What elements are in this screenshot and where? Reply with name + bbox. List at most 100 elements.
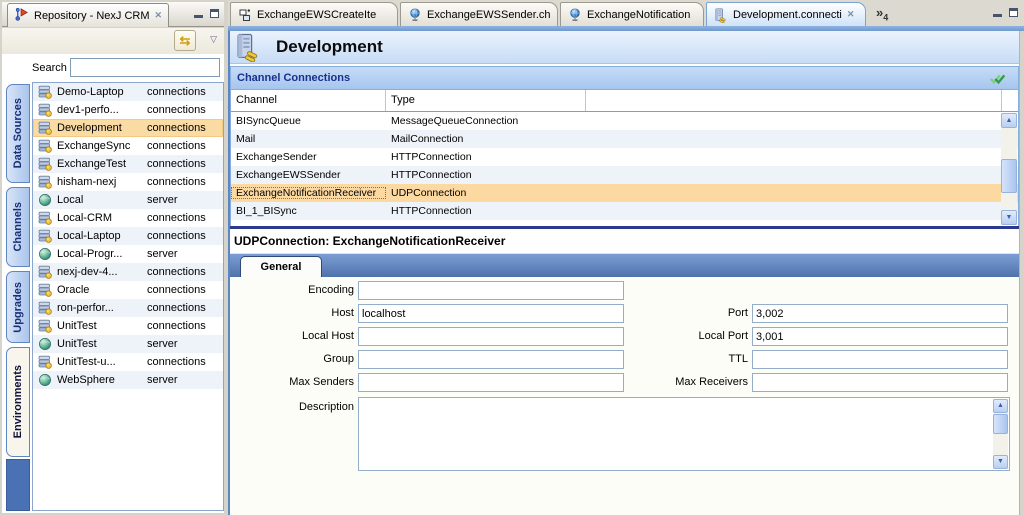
tree-item-exchangetest[interactable]: ExchangeTestconnections: [33, 155, 223, 173]
encoding-field[interactable]: [358, 281, 624, 300]
sidebar-tab-channels[interactable]: Channels: [6, 187, 30, 267]
scroll-down-icon[interactable]: ▼: [993, 455, 1008, 469]
tree-item-oracle[interactable]: Oracleconnections: [33, 281, 223, 299]
view-minimize-button[interactable]: [194, 9, 203, 18]
connections-icon: [38, 283, 52, 297]
tree-item-demo-laptop[interactable]: Demo-Laptopconnections: [33, 83, 223, 101]
tree-item-name: WebSphere: [57, 374, 146, 386]
create-item-icon: [238, 8, 252, 22]
tree-item-type: connections: [147, 302, 206, 314]
ttl-field[interactable]: [752, 350, 1008, 369]
tab-general[interactable]: General: [240, 256, 322, 278]
tree-item-type: server: [147, 248, 178, 260]
search-input[interactable]: [70, 58, 220, 77]
nexj-studio-window: Repository - NexJ CRM ✕ ⇆ ▽ Search Demo-…: [0, 0, 1024, 515]
tree-item-name: UnitTest: [57, 320, 146, 332]
field-label: Port: [634, 307, 748, 319]
tab-overflow-chevron[interactable]: »4: [876, 5, 888, 23]
cell-type: MailConnection: [386, 133, 1018, 145]
tree-item-local-crm[interactable]: Local-CRMconnections: [33, 209, 223, 227]
tree-item-dev1-perfo-[interactable]: dev1-perfo...connections: [33, 101, 223, 119]
channel-connections-title: Channel Connections: [237, 72, 350, 84]
connections-icon: [38, 211, 52, 225]
field-label: TTL: [634, 353, 748, 365]
udp-connection-form: Description ▲ ▼ EncodingHostLocal HostGr…: [230, 277, 1019, 515]
tree-item-type: connections: [147, 320, 206, 332]
table-row-exchangeewssender[interactable]: ExchangeEWSSenderHTTPConnection: [231, 166, 1018, 184]
editor-tab-label: ExchangeEWSSender.ch: [427, 9, 551, 21]
tree-item-unittest[interactable]: UnitTestserver: [33, 335, 223, 353]
environment-plug-icon: [235, 33, 262, 65]
local-port-field[interactable]: [752, 327, 1008, 346]
editor-minimize-button[interactable]: [993, 8, 1002, 17]
field-label: Local Port: [634, 330, 748, 342]
tree-item-unittest-u-[interactable]: UnitTest-u...connections: [33, 353, 223, 371]
table-row-exchangesender[interactable]: ExchangeSenderHTTPConnection: [231, 148, 1018, 166]
editor-tab-label: ExchangeNotification: [587, 9, 690, 21]
tree-item-websphere[interactable]: WebSphereserver: [33, 371, 223, 389]
tree-item-local-progr-[interactable]: Local-Progr...server: [33, 245, 223, 263]
environment-icon: [714, 8, 728, 22]
tree-item-unittest[interactable]: UnitTestconnections: [33, 317, 223, 335]
tree-item-local[interactable]: Localserver: [33, 191, 223, 209]
cell-channel: Mail: [231, 133, 386, 145]
description-label: Description: [230, 401, 354, 413]
server-icon: [38, 373, 52, 387]
link-with-editor-button[interactable]: ⇆: [174, 30, 196, 51]
table-row-bisyncqueue[interactable]: BISyncQueueMessageQueueConnection: [231, 112, 1018, 130]
table-header-row: Channel Type: [231, 90, 1018, 112]
tree-item-local-laptop[interactable]: Local-Laptopconnections: [33, 227, 223, 245]
cell-type: HTTPConnection: [386, 151, 1018, 163]
editor-tab-development-connecti[interactable]: Development.connecti ✕: [706, 2, 866, 26]
tree-item-exchangesync[interactable]: ExchangeSyncconnections: [33, 137, 223, 155]
editor-tab-exchangeewssender-ch[interactable]: ExchangeEWSSender.ch: [400, 2, 558, 26]
editor-tab-exchangenotification[interactable]: ExchangeNotification: [560, 2, 704, 26]
tree-item-type: connections: [147, 158, 206, 170]
repository-view-body: Search Demo-Laptopconnectionsdev1-perfo.…: [2, 54, 224, 513]
view-close-icon[interactable]: ✕: [155, 10, 163, 21]
scroll-up-icon[interactable]: ▲: [1001, 113, 1017, 128]
table-scrollbar-thumb[interactable]: [1001, 159, 1017, 193]
cell-channel: ExchangeEWSSender: [231, 169, 386, 181]
column-header-channel[interactable]: Channel: [231, 90, 386, 111]
view-maximize-button[interactable]: [210, 9, 219, 18]
tree-item-type: server: [147, 194, 178, 206]
sidebar-tab-environments[interactable]: Environments: [6, 347, 30, 457]
table-row-mail[interactable]: MailMailConnection: [231, 130, 1018, 148]
table-row-exchangenotificationreceiver[interactable]: ExchangeNotificationReceiverUDPConnectio…: [231, 184, 1018, 202]
column-header-type[interactable]: Type: [386, 90, 586, 111]
table-row-bi-1-bisync[interactable]: BI_1_BISyncHTTPConnection: [231, 202, 1018, 220]
tree-item-type: connections: [147, 140, 206, 152]
validate-check-icon[interactable]: [989, 72, 1007, 88]
editor-header: Development: [230, 31, 1019, 64]
sidebar-tab-upgrades[interactable]: Upgrades: [6, 271, 30, 343]
view-menu-chevron-icon[interactable]: ▽: [210, 34, 217, 45]
form-row-ttl: TTL: [230, 350, 1019, 370]
editor-maximize-button[interactable]: [1009, 8, 1018, 17]
scroll-down-icon[interactable]: ▼: [1001, 210, 1017, 225]
channel-globe-icon: [408, 8, 422, 22]
tree-item-name: UnitTest-u...: [57, 356, 146, 368]
max-receivers-field[interactable]: [752, 373, 1008, 392]
sidebar-tab-data-sources[interactable]: Data Sources: [6, 84, 30, 183]
description-scrollbar[interactable]: ▲ ▼: [993, 399, 1008, 469]
port-field[interactable]: [752, 304, 1008, 323]
description-textarea[interactable]: ▲ ▼: [358, 397, 1010, 471]
description-scrollbar-thumb[interactable]: [993, 414, 1008, 434]
tab-close-icon[interactable]: ✕: [847, 9, 855, 20]
tree-item-name: Local-CRM: [57, 212, 146, 224]
tree-item-name: Demo-Laptop: [57, 86, 146, 98]
tree-item-development[interactable]: Developmentconnections: [33, 119, 223, 137]
tree-item-nexj-dev-4-[interactable]: nexj-dev-4...connections: [33, 263, 223, 281]
connections-icon: [38, 157, 52, 171]
editor-tab-exchangeewscreateite[interactable]: ExchangeEWSCreateIte: [230, 2, 398, 26]
repository-view-tab[interactable]: Repository - NexJ CRM ✕: [7, 3, 169, 27]
cell-type: HTTPConnection: [386, 169, 1018, 181]
tree-item-type: connections: [147, 212, 206, 224]
tree-item-ron-perfor-[interactable]: ron-perfor...connections: [33, 299, 223, 317]
tree-item-hisham-nexj[interactable]: hisham-nexjconnections: [33, 173, 223, 191]
column-header-empty[interactable]: [586, 90, 1002, 111]
table-scrollbar[interactable]: ▲ ▼: [1001, 113, 1017, 225]
scroll-up-icon[interactable]: ▲: [993, 399, 1008, 413]
editor-tab-label: Development.connecti: [733, 9, 842, 21]
